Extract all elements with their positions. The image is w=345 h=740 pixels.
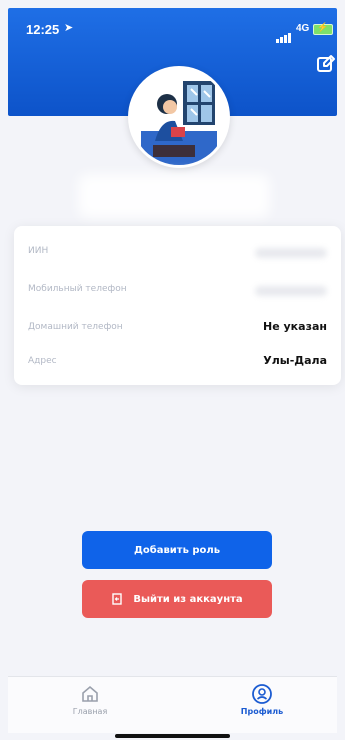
tab-home-label: Главная (72, 707, 108, 716)
add-role-label: Добавить роль (133, 544, 221, 556)
profile-icon (252, 684, 272, 704)
info-label-iin: ИИН (28, 246, 49, 256)
battery-charging-icon: ⚡ (313, 22, 333, 35)
info-value-iin-blurred (255, 248, 327, 258)
status-bar: 12:25 ➤ 4G ⚡ (8, 8, 337, 43)
avatar-illustration-icon (131, 69, 227, 165)
network-type: 4G (296, 23, 310, 34)
add-role-button[interactable]: Добавить роль (82, 531, 272, 569)
tab-profile-label: Профиль (240, 707, 284, 716)
signal-bars-icon (276, 28, 292, 43)
info-value-address: Улы-Дала (263, 354, 327, 367)
user-name-blurred (78, 174, 270, 218)
profile-info-card: ИИН Мобильный телефон Домашний телефон Н… (14, 226, 341, 385)
info-row-iin: ИИН (28, 244, 327, 264)
info-value-mobile-phone-blurred (255, 286, 327, 296)
info-row-home-phone: Домашний телефон Не указан (28, 320, 327, 340)
logout-label: Выйти из аккаунта (133, 593, 243, 605)
info-label-address: Адрес (28, 356, 57, 366)
logout-button[interactable]: Выйти из аккаунта (82, 580, 272, 618)
logout-icon (112, 593, 123, 605)
info-label-mobile-phone: Мобильный телефон (28, 284, 127, 294)
home-icon (82, 685, 98, 702)
tab-home[interactable]: Главная (50, 683, 130, 716)
location-arrow-icon: ➤ (64, 22, 74, 34)
bottom-tab-bar: Главная Профиль (8, 676, 337, 733)
avatar[interactable] (128, 66, 230, 168)
tab-profile[interactable]: Профиль (222, 683, 302, 716)
edit-icon[interactable] (316, 54, 336, 74)
info-label-home-phone: Домашний телефон (28, 322, 123, 332)
home-indicator (115, 734, 230, 738)
info-row-mobile-phone: Мобильный телефон (28, 282, 327, 302)
info-row-address: Адрес Улы-Дала (28, 354, 327, 374)
status-time: 12:25 (26, 22, 60, 37)
info-value-home-phone: Не указан (263, 320, 327, 333)
